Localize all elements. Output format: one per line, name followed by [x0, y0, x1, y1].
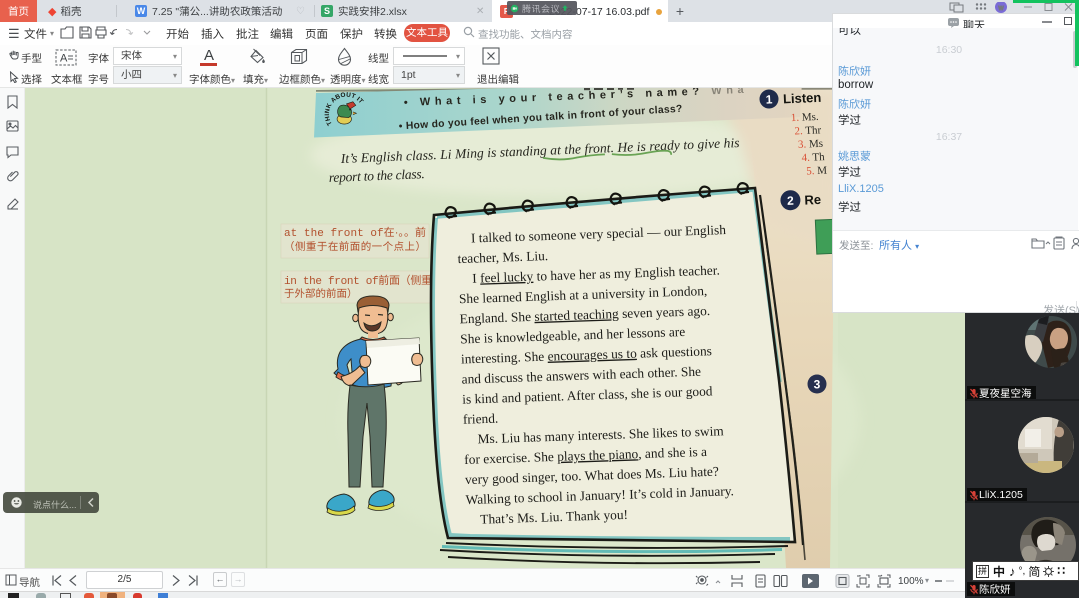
svg-text:5. M: 5. M: [806, 165, 828, 178]
svg-text:in the front of前面（侧重: in the front of前面（侧重: [284, 274, 432, 288]
svg-text:2: 2: [787, 194, 795, 208]
svg-text:A: A: [60, 53, 68, 65]
svg-text:于外部的前面）: 于外部的前面）: [284, 288, 358, 300]
svg-text:w: w: [997, 5, 1004, 12]
svg-text:1: 1: [765, 92, 773, 106]
svg-text:Re: Re: [804, 192, 821, 208]
svg-text:2. Thr: 2. Thr: [794, 124, 822, 137]
svg-text:（侧重于在前面的一个点上）: （侧重于在前面的一个点上）: [284, 241, 426, 253]
svg-text:3: 3: [814, 378, 821, 392]
svg-text:at the front of在·。。前: at the front of在·。。前: [284, 226, 426, 240]
svg-text:Listen: Listen: [783, 90, 822, 107]
svg-text:100%: 100%: [898, 576, 924, 587]
svg-text:friend.: friend.: [463, 411, 499, 427]
svg-text:4. Th: 4. Th: [801, 151, 825, 164]
svg-text:3. Ms: 3. Ms: [798, 138, 824, 151]
svg-text:teacher, Ms. Liu.: teacher, Ms. Liu.: [457, 248, 548, 266]
svg-text:1. Ms.: 1. Ms.: [791, 111, 820, 124]
svg-text:▾: ▾: [925, 576, 929, 585]
